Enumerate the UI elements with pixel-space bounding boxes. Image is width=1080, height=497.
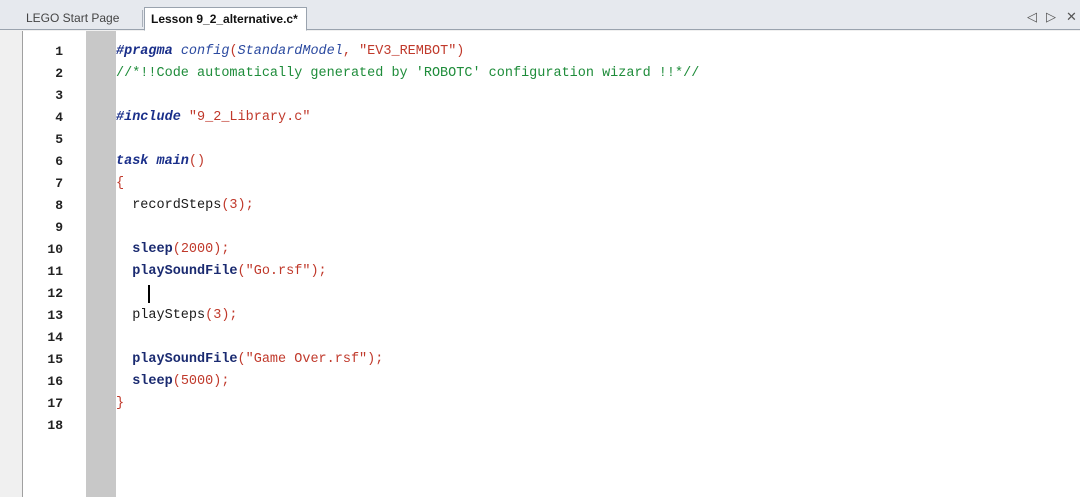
- arguments: (3);: [221, 198, 254, 213]
- arguments: (3);: [205, 308, 238, 323]
- line-number: 10: [47, 242, 63, 257]
- code-text-area[interactable]: #pragma config(StandardModel, "EV3_REMBO…: [116, 31, 1080, 497]
- code-line-11: playSoundFile("Go.rsf");: [116, 261, 327, 283]
- code-line-13: playSteps(3);: [116, 305, 238, 327]
- code-line-8: recordSteps(3);: [116, 195, 254, 217]
- function-call: sleep: [116, 242, 173, 257]
- string-literal: "EV3_REMBOT": [359, 44, 457, 59]
- include-keyword: #include: [116, 110, 181, 125]
- code-editor[interactable]: 1 2 3 4 5 6 7 8 9 10 11 12 13 14 15 16 1…: [22, 31, 1080, 497]
- scroll-tabs-right-icon[interactable]: ▷: [1046, 8, 1056, 26]
- line-number: 15: [47, 352, 63, 367]
- line-number: 8: [55, 198, 63, 213]
- line-number: 16: [47, 374, 63, 389]
- arguments: ("Go.rsf");: [237, 264, 327, 279]
- code-line-4: #include "9_2_Library.c": [116, 107, 310, 129]
- comma: ,: [342, 44, 360, 59]
- line-number: 3: [55, 88, 63, 103]
- pragma-keyword: #pragma: [116, 44, 173, 59]
- code-line-15: playSoundFile("Game Over.rsf");: [116, 349, 383, 371]
- document-tab-bar: LEGO Start Page Lesson 9_2_alternative.c…: [0, 0, 1080, 31]
- line-number: 17: [47, 396, 63, 411]
- code-line-16: sleep(5000);: [116, 371, 229, 393]
- arguments: ("Game Over.rsf");: [237, 352, 384, 367]
- task-keyword: task: [116, 154, 149, 169]
- line-number: 12: [47, 286, 63, 301]
- code-line-17: }: [116, 393, 124, 415]
- scroll-tabs-left-icon[interactable]: ◁: [1027, 8, 1037, 26]
- tab-divider: [142, 10, 143, 27]
- brace: }: [116, 396, 125, 411]
- function-call: playSoundFile: [116, 352, 238, 367]
- function-call: playSoundFile: [116, 264, 238, 279]
- arguments: (5000);: [172, 374, 230, 389]
- line-number-gutter: 1 2 3 4 5 6 7 8 9 10 11 12 13 14 15 16 1…: [23, 31, 86, 497]
- line-number: 11: [47, 264, 63, 279]
- line-number: 6: [55, 154, 63, 169]
- line-number: 4: [55, 110, 63, 125]
- model-identifier: StandardModel: [237, 44, 343, 59]
- paren: (): [188, 154, 206, 169]
- function-call: sleep: [116, 374, 173, 389]
- line-number: 1: [55, 44, 63, 59]
- text-cursor: [148, 285, 150, 303]
- code-line-1: #pragma config(StandardModel, "EV3_REMBO…: [116, 41, 464, 63]
- string-literal: "9_2_Library.c": [180, 110, 311, 125]
- line-number: 13: [47, 308, 63, 323]
- config-identifier: config: [180, 44, 230, 59]
- breakpoint-margin[interactable]: [86, 31, 116, 497]
- close-tab-icon[interactable]: ✕: [1066, 8, 1077, 26]
- code-line-2: //*!!Code automatically generated by 'RO…: [116, 63, 699, 85]
- function-call: recordSteps: [116, 198, 222, 213]
- code-line-7: {: [116, 173, 124, 195]
- code-line-6: task main(): [116, 151, 205, 173]
- paren: (: [229, 44, 238, 59]
- tab-lesson-file[interactable]: Lesson 9_2_alternative.c*: [144, 7, 307, 31]
- main-identifier: main: [148, 154, 189, 169]
- code-line-10: sleep(2000);: [116, 239, 229, 261]
- line-number: 5: [55, 132, 63, 147]
- brace: {: [116, 176, 125, 191]
- line-number: 18: [47, 418, 63, 433]
- line-number: 2: [55, 66, 63, 81]
- line-number: 7: [55, 176, 63, 191]
- function-call: playSteps: [116, 308, 206, 323]
- tab-lego-start-page[interactable]: LEGO Start Page: [22, 7, 123, 30]
- comment: //*!!Code automatically generated by 'RO…: [116, 66, 700, 81]
- line-number: 14: [47, 330, 63, 345]
- line-number: 9: [55, 220, 63, 235]
- paren: ): [456, 44, 465, 59]
- arguments: (2000);: [172, 242, 230, 257]
